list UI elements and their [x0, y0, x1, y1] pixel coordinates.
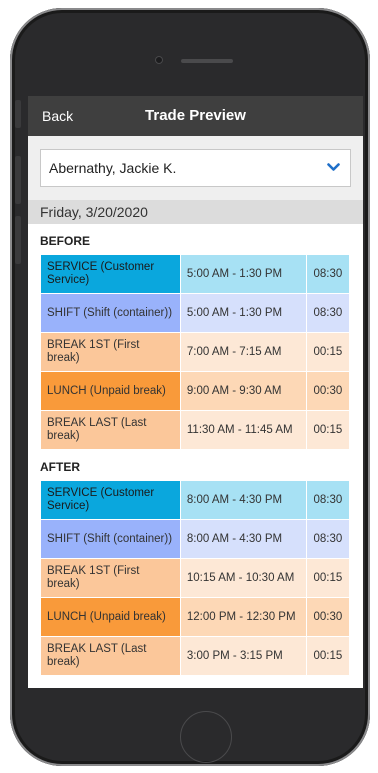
segment-label: BREAK LAST (Last break) [40, 636, 181, 676]
segment-duration: 00:15 [305, 636, 351, 676]
home-button[interactable] [180, 711, 232, 763]
employee-selector-area: Abernathy, Jackie K. [28, 136, 363, 200]
segment-duration: 08:30 [305, 480, 351, 520]
table-row: LUNCH (Unpaid break) 12:00 PM - 12:30 PM… [40, 597, 351, 637]
segment-duration: 00:15 [305, 332, 351, 372]
segment-label: SERVICE (Customer Service) [40, 254, 181, 294]
segment-duration: 08:30 [305, 519, 351, 559]
section-label: BEFORE [40, 234, 91, 248]
segment-time: 5:00 AM - 1:30 PM [179, 254, 307, 294]
table-row: SHIFT (Shift (container)) 5:00 AM - 1:30… [40, 293, 351, 333]
segment-duration: 00:30 [305, 371, 351, 411]
segment-time: 11:30 AM - 11:45 AM [179, 410, 307, 450]
date-header: Friday, 3/20/2020 [28, 200, 363, 224]
nav-bar: Back Trade Preview [28, 96, 363, 136]
segment-time: 3:00 PM - 3:15 PM [179, 636, 307, 676]
segment-time: 8:00 AM - 4:30 PM [179, 519, 307, 559]
speaker-grille [181, 59, 233, 63]
segment-label: BREAK 1ST (First break) [40, 558, 181, 598]
segment-label: LUNCH (Unpaid break) [40, 597, 181, 637]
table-row: LUNCH (Unpaid break) 9:00 AM - 9:30 AM 0… [40, 371, 351, 411]
page-title: Trade Preview [145, 107, 246, 124]
segment-duration: 08:30 [305, 293, 351, 333]
volume-down-button [15, 216, 21, 264]
segment-time: 12:00 PM - 12:30 PM [179, 597, 307, 637]
segment-time: 10:15 AM - 10:30 AM [179, 558, 307, 598]
segment-label: BREAK LAST (Last break) [40, 410, 181, 450]
segment-duration: 00:15 [305, 558, 351, 598]
table-row: BREAK 1ST (First break) 7:00 AM - 7:15 A… [40, 332, 351, 372]
segment-time: 7:00 AM - 7:15 AM [179, 332, 307, 372]
mute-switch [15, 100, 21, 128]
front-camera [155, 56, 163, 64]
segment-label: BREAK 1ST (First break) [40, 332, 181, 372]
table-row: BREAK 1ST (First break) 10:15 AM - 10:30… [40, 558, 351, 598]
segment-label: SHIFT (Shift (container)) [40, 293, 181, 333]
segment-time: 8:00 AM - 4:30 PM [179, 480, 307, 520]
employee-dropdown[interactable]: Abernathy, Jackie K. [40, 149, 351, 187]
schedule-table: SERVICE (Customer Service) 8:00 AM - 4:3… [40, 480, 351, 676]
segment-duration: 00:30 [305, 597, 351, 637]
table-row: SHIFT (Shift (container)) 8:00 AM - 4:30… [40, 519, 351, 559]
segment-duration: 00:15 [305, 410, 351, 450]
table-row: BREAK LAST (Last break) 3:00 PM - 3:15 P… [40, 636, 351, 676]
app-screen: Back Trade Preview Abernathy, Jackie K. … [28, 96, 363, 688]
table-row: SERVICE (Customer Service) 5:00 AM - 1:3… [40, 254, 351, 294]
volume-up-button [15, 156, 21, 204]
segment-time: 9:00 AM - 9:30 AM [179, 371, 307, 411]
segment-time: 5:00 AM - 1:30 PM [179, 293, 307, 333]
segment-duration: 08:30 [305, 254, 351, 294]
segment-label: LUNCH (Unpaid break) [40, 371, 181, 411]
employee-selected-value: Abernathy, Jackie K. [49, 160, 177, 176]
segment-label: SHIFT (Shift (container)) [40, 519, 181, 559]
chevron-down-icon [327, 163, 340, 171]
table-row: SERVICE (Customer Service) 8:00 AM - 4:3… [40, 480, 351, 520]
table-row: BREAK LAST (Last break) 11:30 AM - 11:45… [40, 410, 351, 450]
section-after: AFTER SERVICE (Customer Service) 8:00 AM… [28, 450, 363, 676]
section-before: BEFORE SERVICE (Customer Service) 5:00 A… [28, 224, 363, 450]
section-label: AFTER [40, 460, 80, 474]
schedule-table: SERVICE (Customer Service) 5:00 AM - 1:3… [40, 254, 351, 450]
segment-label: SERVICE (Customer Service) [40, 480, 181, 520]
